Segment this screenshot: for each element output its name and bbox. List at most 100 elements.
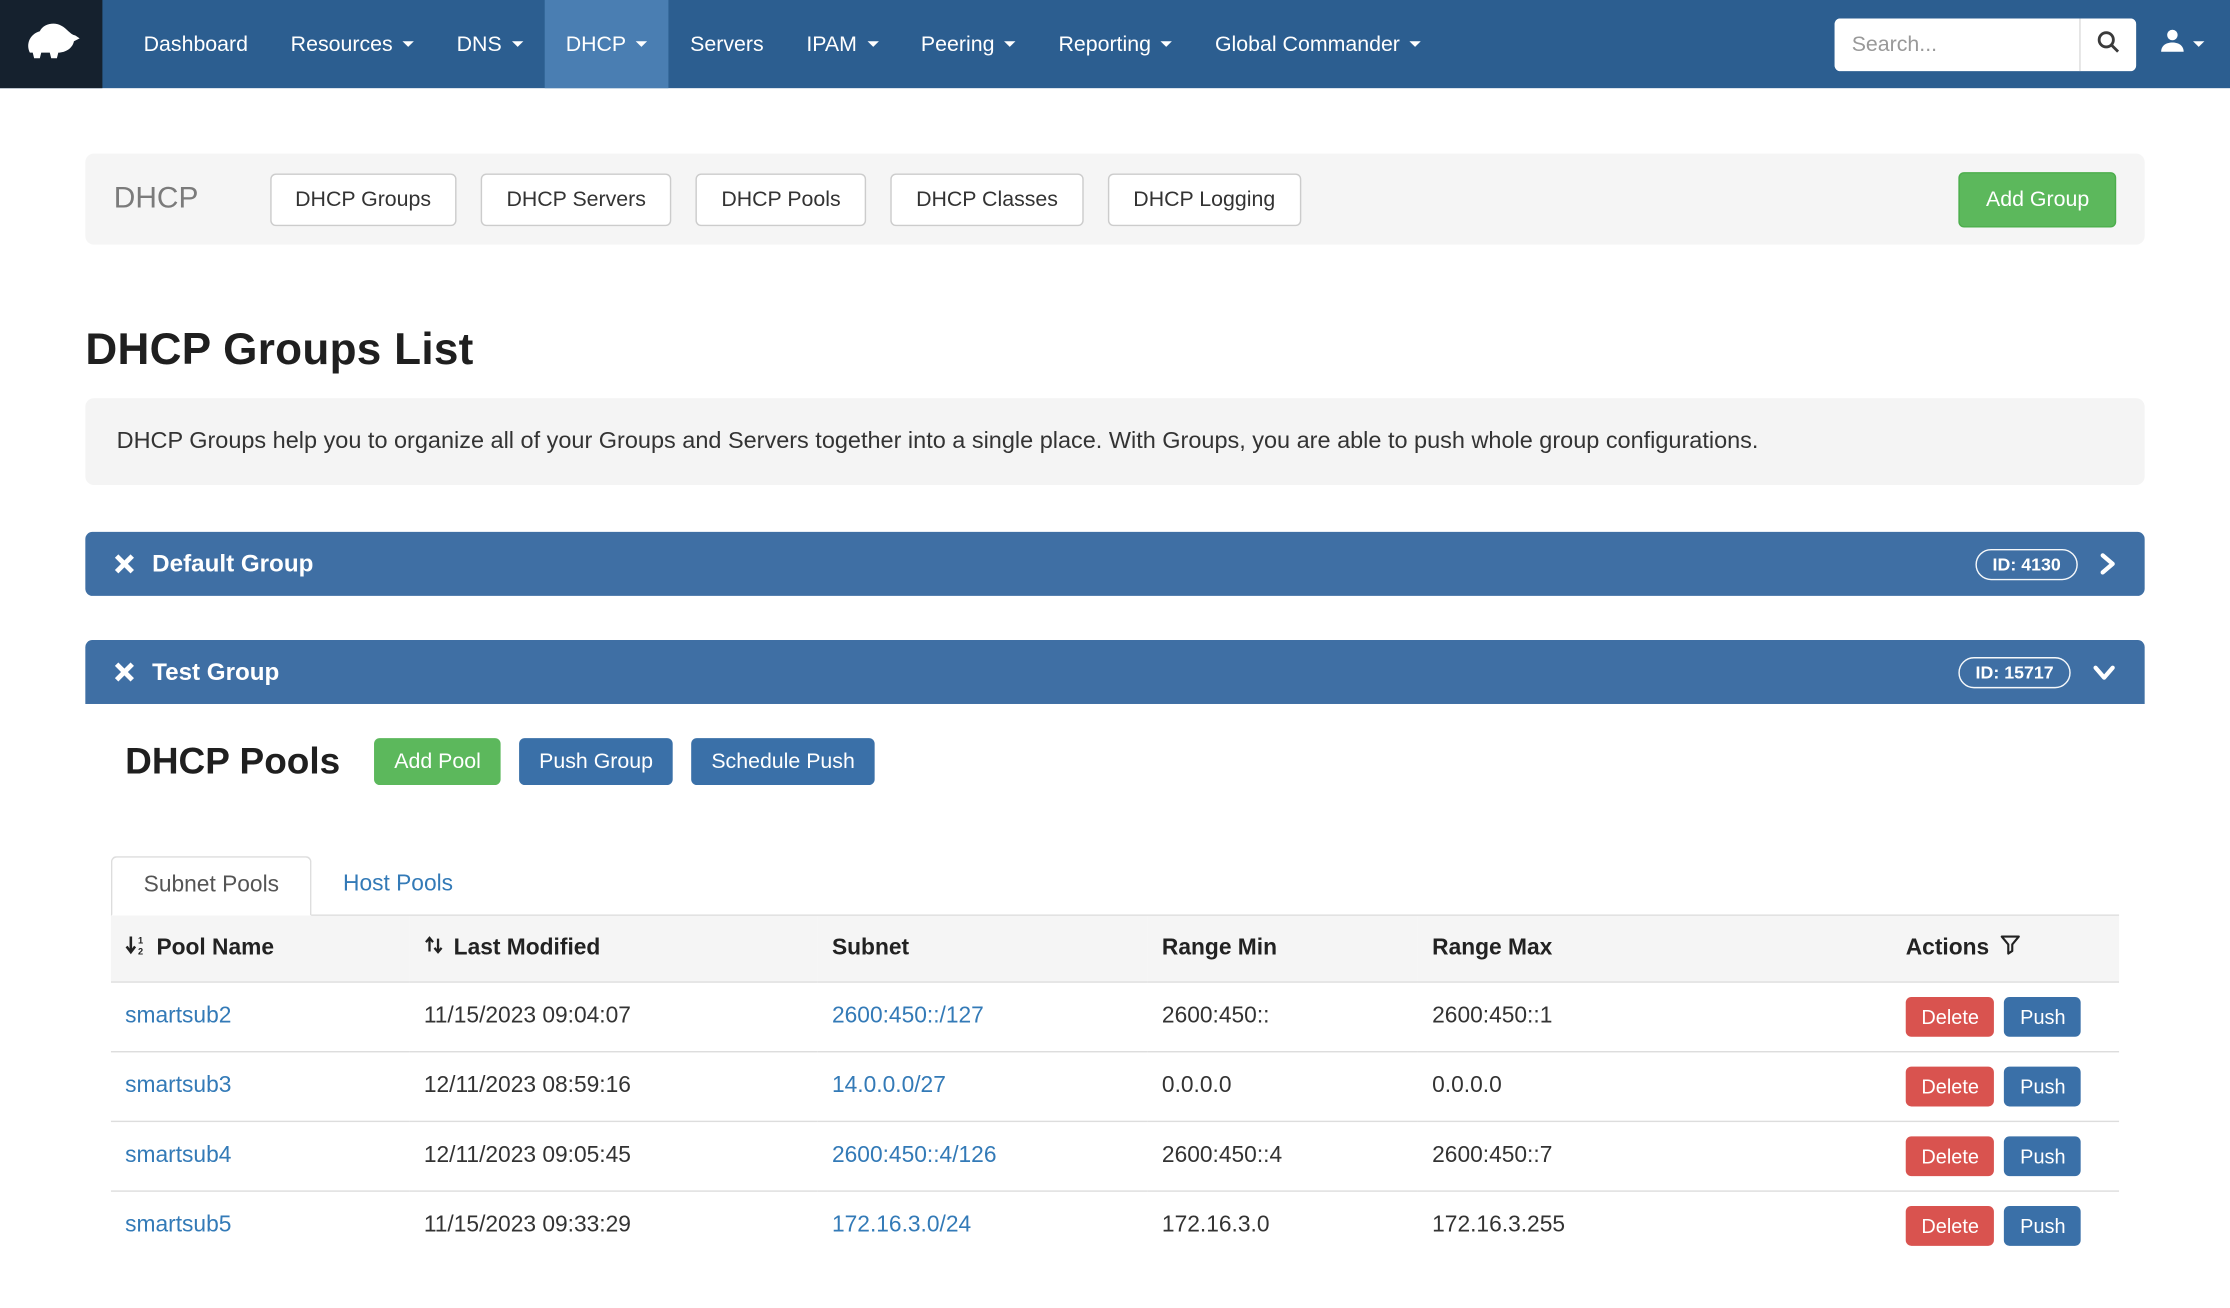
group-header-default-group[interactable]: Default Group ID: 4130 xyxy=(85,532,2144,596)
col-header-actions: Actions xyxy=(1892,916,2120,981)
nav-item-label: Servers xyxy=(690,32,764,56)
add-group-button[interactable]: Add Group xyxy=(1959,171,2116,226)
push-button[interactable]: Push xyxy=(2005,996,2082,1036)
table-row: smartsub3 12/11/2023 08:59:16 14.0.0.0/2… xyxy=(111,1051,2119,1121)
nav-item-ipam[interactable]: IPAM xyxy=(785,0,900,88)
col-label: Range Max xyxy=(1432,935,1552,961)
section-title: DHCP xyxy=(114,182,199,216)
table-row: smartsub4 12/11/2023 09:05:45 2600:450::… xyxy=(111,1121,2119,1191)
delete-button[interactable]: Delete xyxy=(1906,1136,1995,1176)
col-label: Subnet xyxy=(832,935,909,961)
last-modified-cell: 11/15/2023 09:33:29 xyxy=(410,1190,818,1260)
navbar-right xyxy=(1835,0,2230,88)
caret-down-icon xyxy=(403,41,414,47)
last-modified-cell: 12/11/2023 08:59:16 xyxy=(410,1051,818,1121)
panel-header: DHCP Pools Add Pool Push Group Schedule … xyxy=(111,727,2119,795)
range-max-cell: 2600:450::1 xyxy=(1418,981,1892,1051)
primary-nav: Dashboard Resources DNS DHCP Servers IPA… xyxy=(122,0,1442,88)
schedule-push-button[interactable]: Schedule Push xyxy=(691,737,874,784)
range-max-cell: 172.16.3.255 xyxy=(1418,1190,1892,1260)
search-group xyxy=(1835,18,2137,71)
group-name: Test Group xyxy=(152,658,279,686)
top-navbar: Dashboard Resources DNS DHCP Servers IPA… xyxy=(0,0,2230,88)
delete-button[interactable]: Delete xyxy=(1906,1066,1995,1106)
rhino-logo-icon xyxy=(20,16,83,71)
nav-item-label: Peering xyxy=(921,32,995,56)
tab-subnet-pools[interactable]: Subnet Pools xyxy=(111,856,312,916)
table-row: smartsub2 11/15/2023 09:04:07 2600:450::… xyxy=(111,981,2119,1051)
col-header-range-max: Range Max xyxy=(1418,916,1892,981)
pool-name-link[interactable]: smartsub5 xyxy=(125,1213,231,1237)
subnet-link[interactable]: 172.16.3.0/24 xyxy=(832,1213,971,1237)
table-row: smartsub5 11/15/2023 09:33:29 172.16.3.0… xyxy=(111,1190,2119,1260)
range-min-cell: 0.0.0.0 xyxy=(1148,1051,1418,1121)
nav-item-dashboard[interactable]: Dashboard xyxy=(122,0,269,88)
dhcp-groups-button[interactable]: DHCP Groups xyxy=(270,173,457,226)
caret-down-icon xyxy=(867,41,878,47)
add-pool-button[interactable]: Add Pool xyxy=(374,737,500,784)
nav-item-reporting[interactable]: Reporting xyxy=(1037,0,1194,88)
svg-text:1: 1 xyxy=(138,935,143,945)
pool-name-link[interactable]: smartsub4 xyxy=(125,1143,231,1167)
nav-item-label: Reporting xyxy=(1058,32,1151,56)
range-max-cell: 0.0.0.0 xyxy=(1418,1051,1892,1121)
range-min-cell: 2600:450::4 xyxy=(1148,1121,1418,1191)
nav-item-dns[interactable]: DNS xyxy=(435,0,544,88)
nav-item-servers[interactable]: Servers xyxy=(669,0,785,88)
col-header-pool-name[interactable]: 1 2 Pool Name xyxy=(111,916,410,981)
sort-updown-icon[interactable] xyxy=(424,934,444,962)
last-modified-cell: 12/11/2023 09:05:45 xyxy=(410,1121,818,1191)
nav-item-label: Global Commander xyxy=(1215,32,1400,56)
app-logo[interactable] xyxy=(0,0,102,88)
dhcp-logging-button[interactable]: DHCP Logging xyxy=(1108,173,1301,226)
filter-icon[interactable] xyxy=(1999,934,2020,962)
caret-down-icon xyxy=(636,41,647,47)
close-icon[interactable] xyxy=(114,661,135,682)
caret-down-icon xyxy=(1410,41,1421,47)
chevron-down-icon[interactable] xyxy=(2092,663,2116,680)
close-icon[interactable] xyxy=(114,553,135,574)
subnet-link[interactable]: 2600:450::/127 xyxy=(832,1003,984,1027)
col-header-last-modified[interactable]: Last Modified xyxy=(410,916,818,981)
subnet-pools-table: 1 2 Pool Name xyxy=(111,916,2119,1260)
dhcp-pools-button[interactable]: DHCP Pools xyxy=(696,173,867,226)
pool-name-link[interactable]: smartsub3 xyxy=(125,1073,231,1097)
caret-down-icon xyxy=(2193,41,2204,47)
group-name: Default Group xyxy=(152,550,313,578)
delete-button[interactable]: Delete xyxy=(1906,996,1995,1036)
col-header-range-min: Range Min xyxy=(1148,916,1418,981)
user-menu[interactable] xyxy=(2159,27,2205,61)
nav-item-peering[interactable]: Peering xyxy=(900,0,1038,88)
subnet-link[interactable]: 2600:450::4/126 xyxy=(832,1143,997,1167)
nav-item-dhcp[interactable]: DHCP xyxy=(544,0,668,88)
group-id-badge: ID: 4130 xyxy=(1975,548,2077,579)
nav-item-resources[interactable]: Resources xyxy=(269,0,435,88)
delete-button[interactable]: Delete xyxy=(1906,1206,1995,1246)
range-min-cell: 172.16.3.0 xyxy=(1148,1190,1418,1260)
svg-text:2: 2 xyxy=(138,946,143,955)
group-header-test-group[interactable]: Test Group ID: 15717 xyxy=(85,640,2144,704)
push-button[interactable]: Push xyxy=(2005,1066,2082,1106)
search-input[interactable] xyxy=(1835,18,2080,71)
chevron-right-icon[interactable] xyxy=(2099,552,2116,576)
nav-item-global-commander[interactable]: Global Commander xyxy=(1194,0,1443,88)
subnet-link[interactable]: 14.0.0.0/27 xyxy=(832,1073,946,1097)
pool-name-link[interactable]: smartsub2 xyxy=(125,1003,231,1027)
tab-host-pools[interactable]: Host Pools xyxy=(312,856,485,914)
caret-down-icon xyxy=(1161,41,1172,47)
dhcp-classes-button[interactable]: DHCP Classes xyxy=(890,173,1083,226)
nav-item-label: IPAM xyxy=(806,32,857,56)
range-min-cell: 2600:450:: xyxy=(1148,981,1418,1051)
search-button[interactable] xyxy=(2079,18,2136,71)
page-description: DHCP Groups help you to organize all of … xyxy=(85,398,2144,485)
push-group-button[interactable]: Push Group xyxy=(519,737,673,784)
dhcp-pools-panel: DHCP Pools Add Pool Push Group Schedule … xyxy=(85,704,2144,1260)
nav-item-label: DNS xyxy=(457,32,502,56)
sort-numeric-icon[interactable]: 1 2 xyxy=(125,934,146,962)
push-button[interactable]: Push xyxy=(2005,1136,2082,1176)
col-label: Actions xyxy=(1906,935,1989,961)
last-modified-cell: 11/15/2023 09:04:07 xyxy=(410,981,818,1051)
dhcp-servers-button[interactable]: DHCP Servers xyxy=(481,173,672,226)
push-button[interactable]: Push xyxy=(2005,1206,2082,1246)
group-id-badge: ID: 15717 xyxy=(1958,656,2070,687)
